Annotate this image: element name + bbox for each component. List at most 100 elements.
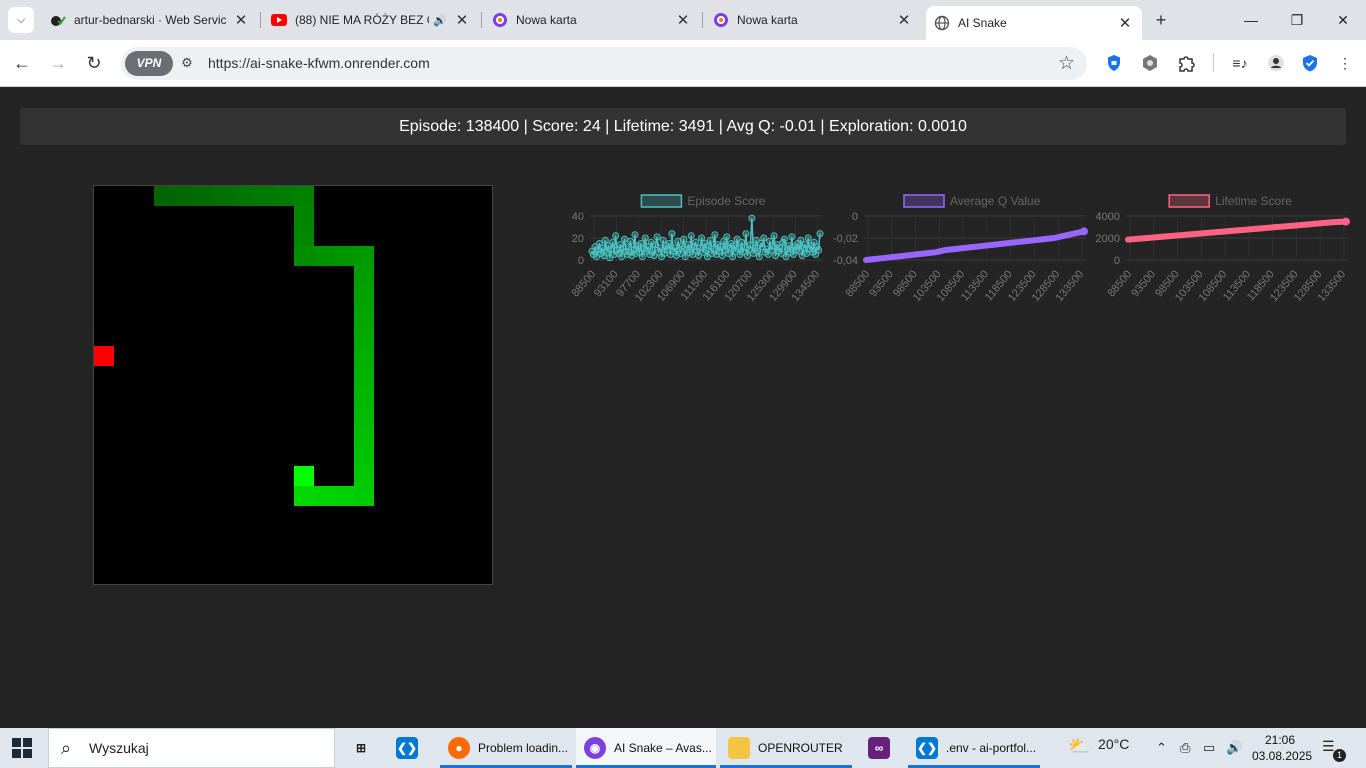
battery-icon[interactable]: ▭ <box>1203 740 1215 756</box>
data-point <box>770 232 778 240</box>
security-shield-icon[interactable] <box>1299 52 1321 74</box>
taskbar-app-firefox[interactable]: ● Problem loadin... <box>440 728 572 768</box>
address-bar[interactable]: VPN ⚙ https://ai-snake-kfwm.onrender.com… <box>121 47 1087 80</box>
clock-time: 21:06 <box>1264 733 1296 747</box>
firefox-icon: ● <box>448 737 470 759</box>
data-point <box>601 236 609 244</box>
data-point <box>618 253 626 261</box>
data-point <box>706 236 714 244</box>
y-tick-label: 2000 <box>1096 233 1120 245</box>
browser-tab[interactable]: Nowa karta ✕ <box>484 6 700 34</box>
profile-icon[interactable] <box>1265 52 1287 74</box>
snake-segment <box>354 266 374 286</box>
windows-start-button[interactable] <box>12 738 32 758</box>
media-queue-icon[interactable]: ≡♪ <box>1229 52 1251 74</box>
data-point <box>1342 217 1350 226</box>
new-tab-button[interactable]: + <box>1151 10 1171 30</box>
bookmark-star-icon[interactable]: ☆ <box>1058 52 1075 75</box>
notification-icon: ☰ <box>1322 738 1335 754</box>
close-window-button[interactable]: ✕ <box>1320 8 1366 32</box>
chevron-down-icon: ⌵ <box>16 13 26 26</box>
browser-tab[interactable]: (88) NIE MA RÓŻY BEZ O 🔊 ✕ <box>263 6 479 34</box>
forward-button[interactable]: → <box>46 51 70 75</box>
avast-icon <box>713 12 729 28</box>
data-point <box>748 214 756 222</box>
system-clock[interactable]: 21:06 03.08.2025 <box>1252 732 1312 764</box>
chevron-up-icon[interactable]: ⌃ <box>1156 740 1167 756</box>
page-content: Episode: 138400 | Score: 24 | Lifetime: … <box>0 88 1366 728</box>
x-tick-label: 88500 <box>1105 268 1134 299</box>
puzzle-icon[interactable] <box>1175 52 1197 74</box>
snake-segment <box>354 486 374 506</box>
tab-title: artur-bednarski · Web Servic <box>74 13 226 27</box>
arrow-right-icon: → <box>49 53 67 73</box>
shield-icon[interactable] <box>1103 52 1125 74</box>
reload-button[interactable]: ↻ <box>82 51 106 75</box>
tab-title: (88) NIE MA RÓŻY BEZ O <box>295 13 430 27</box>
volume-icon[interactable]: 🔊 <box>1226 740 1242 756</box>
data-point <box>760 234 768 242</box>
extension-badge-icon[interactable] <box>1139 52 1161 74</box>
taskbar-app-label: OPENROUTER <box>758 741 843 755</box>
browser-toolbar: ← → ↻ VPN ⚙ https://ai-snake-kfwm.onrend… <box>0 40 1366 87</box>
taskbar-app-vscode-env[interactable]: ❮❯ .env - ai-portfol... <box>908 728 1040 768</box>
y-tick-label: 0 <box>1114 255 1120 267</box>
site-settings-icon[interactable]: ⚙ <box>179 55 195 71</box>
data-point <box>785 242 793 250</box>
taskbar-app-visual-studio[interactable]: ∞ <box>860 728 904 768</box>
tab-title: AI Snake <box>958 16 1007 30</box>
snake-head <box>294 466 314 486</box>
close-icon[interactable]: ✕ <box>1116 14 1134 32</box>
taskbar-app-vscode[interactable]: ❮❯ <box>388 728 432 768</box>
close-icon[interactable]: ✕ <box>232 11 250 29</box>
data-point <box>755 253 763 261</box>
task-view-button[interactable]: ⊞ <box>342 728 382 768</box>
game-board <box>93 185 493 585</box>
data-point <box>656 244 664 252</box>
taskbar-search[interactable]: ⌕ Wyszukaj <box>48 728 335 768</box>
data-point <box>659 236 667 244</box>
minimize-button[interactable]: — <box>1228 8 1274 32</box>
notification-center-button[interactable]: ☰ 1 <box>1322 738 1346 762</box>
browser-tab-active[interactable]: AI Snake ✕ <box>926 6 1142 40</box>
snake-segment <box>354 446 374 466</box>
back-button[interactable]: ← <box>10 51 34 75</box>
snake-segment <box>354 426 374 446</box>
taskbar-app-explorer[interactable]: OPENROUTER <box>720 728 852 768</box>
browser-tab[interactable]: artur-bednarski · Web Servic ✕ <box>42 6 258 34</box>
close-icon[interactable]: ✕ <box>895 11 913 29</box>
legend-label: Episode Score <box>687 194 765 208</box>
url-text[interactable]: https://ai-snake-kfwm.onrender.com <box>208 55 430 71</box>
weather-temperature: 20°C <box>1098 736 1130 752</box>
x-tick-label: 93500 <box>867 268 896 299</box>
average-q-chart: Average Q Value 0 -0,02 -0,04 88500 93500 9850… <box>832 188 1094 333</box>
data-point <box>1080 227 1088 236</box>
snake-segment <box>354 326 374 346</box>
camera-icon[interactable]: ⎙ <box>1180 740 1190 756</box>
x-tick-label: 93500 <box>1129 268 1158 299</box>
tab-title: Nowa karta <box>516 13 577 27</box>
close-icon[interactable]: ✕ <box>674 11 692 29</box>
taskbar-app-label: Problem loadin... <box>478 741 569 755</box>
weather-widget[interactable]: ⛅ 20°C <box>1068 736 1129 757</box>
taskbar-app-avast-browser[interactable]: ◉ AI Snake – Avas... <box>576 728 716 768</box>
speaker-icon[interactable]: 🔊 <box>433 14 447 27</box>
data-point <box>637 240 645 247</box>
snake-segment <box>274 186 294 206</box>
avast-browser-icon: ◉ <box>584 737 606 759</box>
weather-cloud-icon: ⛅ <box>1068 736 1091 756</box>
snake-segment <box>154 186 174 206</box>
reload-icon: ↻ <box>86 53 102 73</box>
snake-segment <box>354 366 374 386</box>
visual-studio-icon: ∞ <box>868 737 890 759</box>
kebab-menu-icon[interactable]: ⋮ <box>1334 52 1356 74</box>
browser-tab[interactable]: Nowa karta ✕ <box>705 6 921 34</box>
close-icon[interactable]: ✕ <box>453 11 471 29</box>
tab-search-button[interactable]: ⌵ <box>8 7 34 33</box>
restore-icon: ❐ <box>1290 12 1304 28</box>
food-pellet <box>94 346 114 366</box>
search-icon: ⌕ <box>61 738 72 758</box>
restore-button[interactable]: ❐ <box>1274 8 1320 32</box>
data-point <box>680 235 688 243</box>
vpn-button[interactable]: VPN <box>125 51 173 76</box>
